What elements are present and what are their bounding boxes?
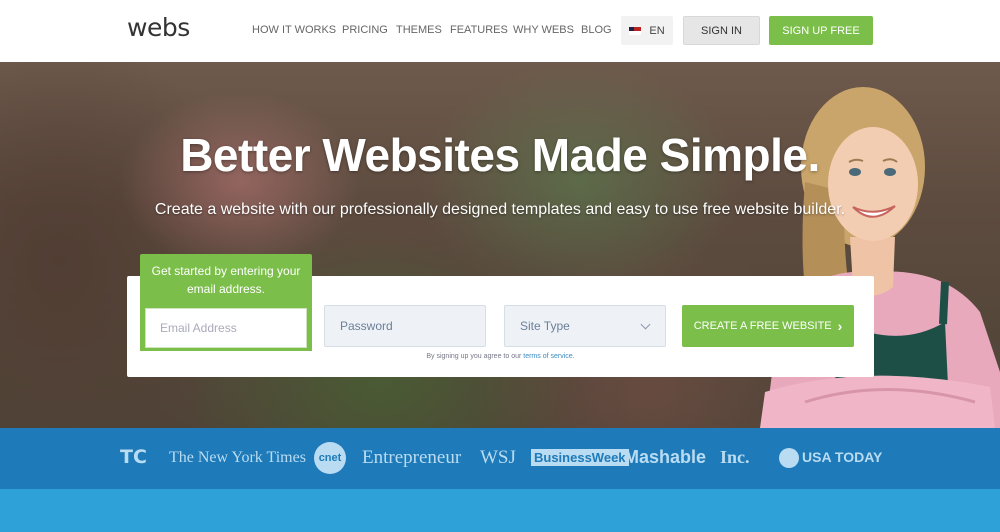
site-type-select[interactable]: Site Type bbox=[504, 305, 666, 347]
nav-how-it-works[interactable]: HOW IT WORKS bbox=[252, 24, 336, 36]
language-label: EN bbox=[649, 24, 665, 37]
entrepreneur-logo: Entrepreneur bbox=[362, 447, 462, 468]
nav-why-webs[interactable]: WHY WEBS bbox=[513, 24, 574, 36]
nav-pricing[interactable]: PRICING bbox=[342, 24, 388, 36]
email-prompt-text: Get started by entering your email addre… bbox=[151, 264, 301, 296]
cnet-logo: cnet bbox=[314, 442, 346, 474]
us-flag-icon bbox=[629, 26, 642, 35]
nytimes-logo: The New York Times bbox=[169, 449, 306, 466]
hero-section: Better Websites Made Simple. Create a we… bbox=[0, 62, 1000, 428]
email-prompt-box: Get started by entering your email addre… bbox=[140, 254, 312, 351]
create-website-button[interactable]: CREATE A FREE WEBSITE › bbox=[682, 305, 854, 347]
sign-up-button[interactable]: SIGN UP FREE bbox=[769, 16, 873, 45]
businessweek-logo: BusinessWeek bbox=[531, 449, 629, 466]
bottom-band bbox=[0, 489, 1000, 532]
site-header: webs HOW IT WORKS PRICING THEMES FEATURE… bbox=[0, 0, 1000, 62]
terms-link[interactable]: terms of service. bbox=[523, 353, 574, 360]
create-website-label: CREATE A FREE WEBSITE bbox=[693, 320, 832, 332]
nav-blog[interactable]: BLOG bbox=[581, 24, 612, 36]
chevron-right-icon: › bbox=[837, 318, 843, 334]
techcrunch-logo: TC bbox=[120, 446, 147, 468]
webs-logo[interactable]: webs bbox=[127, 13, 190, 42]
email-input[interactable]: Email Address bbox=[145, 308, 307, 348]
password-input[interactable]: Password bbox=[324, 305, 486, 347]
password-placeholder: Password bbox=[340, 319, 393, 333]
hero-title: Better Websites Made Simple. bbox=[180, 129, 820, 181]
nav-features[interactable]: FEATURES bbox=[450, 24, 508, 36]
press-logos-bar: TC The New York Times cnet Entrepreneur … bbox=[0, 428, 1000, 489]
inc-logo: Inc. bbox=[720, 447, 750, 467]
chevron-down-icon bbox=[640, 319, 651, 330]
mashable-logo: Mashable bbox=[624, 447, 707, 467]
terms-notice: By signing up you agree to our terms of … bbox=[127, 353, 874, 360]
language-selector[interactable]: EN bbox=[621, 16, 673, 45]
site-type-label: Site Type bbox=[520, 319, 570, 333]
wsj-logo: WSJ bbox=[480, 447, 516, 468]
usatoday-logo: USA TODAY bbox=[802, 449, 883, 465]
hero-subtitle: Create a website with our professionally… bbox=[154, 201, 846, 218]
usatoday-dot-icon bbox=[779, 448, 799, 468]
sign-in-button[interactable]: SIGN IN bbox=[683, 16, 760, 45]
terms-prefix: By signing up you agree to our bbox=[426, 353, 522, 360]
nav-themes[interactable]: THEMES bbox=[396, 24, 442, 36]
